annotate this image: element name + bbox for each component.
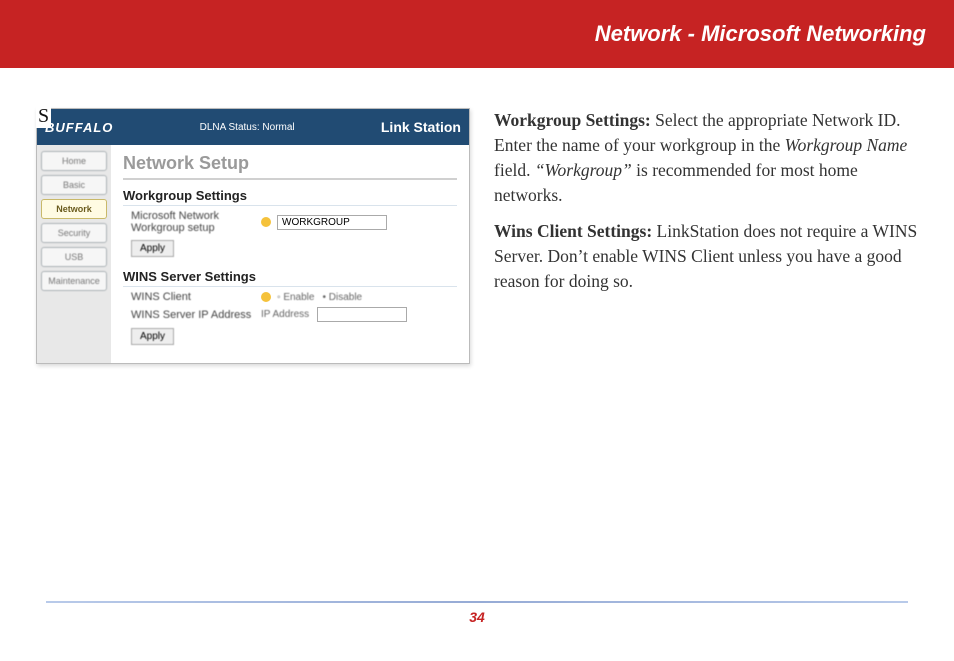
sidebar-item-usb[interactable]: USB bbox=[41, 247, 107, 267]
bullet-icon bbox=[261, 292, 271, 302]
content-area: S BUFFALO DLNA Status: Normal Link Stati… bbox=[0, 68, 954, 364]
sidebar-item-basic[interactable]: Basic bbox=[41, 175, 107, 195]
ip-address-label: IP Address bbox=[261, 309, 309, 320]
description-column: Workgroup Settings: Select the appropria… bbox=[494, 108, 934, 364]
wins-ip-input[interactable] bbox=[317, 307, 407, 322]
workgroup-name-input[interactable] bbox=[277, 215, 387, 230]
footer-divider bbox=[46, 601, 908, 603]
page-header-title: Network - Microsoft Networking bbox=[595, 21, 926, 47]
buffalo-logo: BUFFALO bbox=[45, 120, 113, 135]
wins-bold: Wins Client Settings: bbox=[494, 221, 652, 241]
apply-button-workgroup[interactable]: Apply bbox=[131, 240, 174, 257]
wins-description: Wins Client Settings: LinkStation does n… bbox=[494, 219, 926, 294]
header-band: Network - Microsoft Networking bbox=[0, 0, 954, 68]
wins-settings-heading: WINS Server Settings bbox=[123, 269, 457, 287]
page-number: 34 bbox=[469, 609, 485, 625]
workgroup-settings-heading: Workgroup Settings bbox=[123, 188, 457, 206]
apply-button-wins[interactable]: Apply bbox=[131, 328, 174, 345]
network-setup-title: Network Setup bbox=[123, 153, 457, 180]
enable-radio-label[interactable]: ◦ Enable bbox=[277, 292, 314, 303]
screenshot-topbar: BUFFALO DLNA Status: Normal Link Station bbox=[37, 109, 469, 145]
disable-radio-label[interactable]: • Disable bbox=[322, 292, 362, 303]
linkstation-brand: Link Station bbox=[381, 119, 461, 135]
screenshot-body: Home Basic Network Security USB Maintena… bbox=[37, 145, 469, 363]
screenshot-main: Network Setup Workgroup Settings Microso… bbox=[111, 145, 469, 363]
workgroup-row: Microsoft Network Workgroup setup bbox=[123, 206, 457, 234]
workgroup-bold: Workgroup Settings: bbox=[494, 110, 651, 130]
wins-ip-row: WINS Server IP Address IP Address bbox=[123, 303, 457, 322]
workgroup-row-label: Microsoft Network Workgroup setup bbox=[131, 210, 261, 234]
sidebar-item-network[interactable]: Network bbox=[41, 199, 107, 219]
wins-ip-label: WINS Server IP Address bbox=[131, 309, 261, 321]
wins-client-label: WINS Client bbox=[131, 291, 261, 303]
sidebar-item-home[interactable]: Home bbox=[41, 151, 107, 171]
stray-letter: S bbox=[36, 105, 51, 128]
workgroup-description: Workgroup Settings: Select the appropria… bbox=[494, 108, 926, 207]
wins-client-row: WINS Client ◦ Enable • Disable bbox=[123, 287, 457, 303]
bullet-icon bbox=[261, 217, 271, 227]
dlna-status: DLNA Status: Normal bbox=[200, 122, 295, 133]
embedded-screenshot: S BUFFALO DLNA Status: Normal Link Stati… bbox=[36, 108, 470, 364]
sidebar-item-security[interactable]: Security bbox=[41, 223, 107, 243]
sidebar-item-maintenance[interactable]: Maintenance bbox=[41, 271, 107, 291]
screenshot-sidebar: Home Basic Network Security USB Maintena… bbox=[37, 145, 111, 363]
page-footer: 34 bbox=[46, 601, 908, 627]
